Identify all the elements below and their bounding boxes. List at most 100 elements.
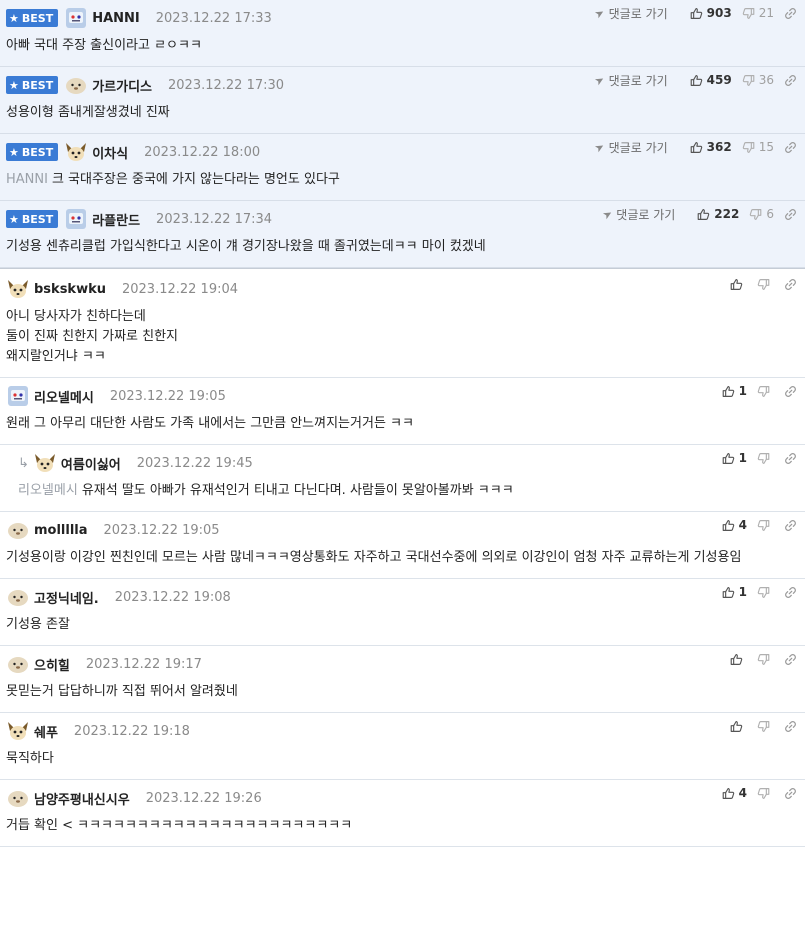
copy-link-button[interactable] [784, 7, 797, 20]
thumbs-down-icon [750, 208, 762, 220]
downvote-button[interactable] [757, 385, 774, 398]
comment-text: 원래 그 아무리 대단한 사람도 가족 내에서는 그만큼 안느껴지는거거든 ㅋㅋ [6, 416, 414, 431]
goto-comment-link[interactable]: ➤ 댓글로 가기 [593, 5, 668, 22]
upvote-button[interactable] [730, 653, 747, 666]
thumbs-down-icon [742, 7, 755, 19]
send-arrow-icon: ➤ [600, 206, 615, 222]
upvote-count: 1 [738, 451, 747, 465]
comment-date: 2023.12.22 17:33 [155, 10, 272, 26]
avatar[interactable] [6, 518, 30, 542]
copy-link-button[interactable] [784, 787, 797, 800]
user-nickname[interactable]: HANNI [92, 11, 140, 26]
thumbs-up-icon [730, 720, 743, 732]
copy-link-button[interactable] [784, 208, 797, 221]
avatar[interactable] [6, 585, 30, 609]
star-icon: ★ [9, 78, 19, 92]
upvote-button[interactable]: 4 [722, 518, 747, 532]
reply-comment: ↳ 여름이싫어 2023.12.22 19:45 1 리오넬메시 유재석 딸도 아빠가 유… [0, 445, 805, 512]
avatar[interactable] [64, 6, 88, 30]
upvote-button[interactable]: 459 [690, 73, 732, 87]
comment-actions: ➤ 댓글로 가기 903 21 [593, 5, 797, 22]
avatar[interactable] [33, 451, 57, 475]
user-nickname[interactable]: 쉐푸 [34, 722, 58, 741]
avatar[interactable] [64, 73, 88, 97]
upvote-button[interactable]: 222 [697, 207, 739, 221]
user-nickname[interactable]: 으히힐 [34, 655, 70, 674]
upvote-button[interactable]: 1 [722, 384, 747, 398]
user-nickname[interactable]: bskskwku [34, 282, 106, 297]
avatar[interactable] [6, 786, 30, 810]
downvote-button[interactable] [757, 452, 774, 465]
user-nickname[interactable]: 고정닉네임. [34, 588, 99, 607]
copy-link-button[interactable] [784, 278, 797, 291]
copy-link-button[interactable] [784, 385, 797, 398]
upvote-button[interactable] [730, 720, 747, 733]
downvote-button[interactable] [757, 720, 774, 733]
upvote-button[interactable]: 1 [722, 585, 747, 599]
avatar[interactable] [6, 719, 30, 743]
copy-link-button[interactable] [784, 720, 797, 733]
user-nickname[interactable]: mollllla [34, 523, 88, 538]
downvote-button[interactable]: 21 [742, 6, 774, 20]
mention-link[interactable]: HANNI [6, 172, 48, 187]
avatar[interactable] [64, 207, 88, 231]
mention-link[interactable]: 리오넬메시 [18, 483, 78, 498]
comment-body: 성용이형 좀내게잘생겼네 진짜 [6, 95, 799, 133]
comment-date: 2023.12.22 19:26 [145, 790, 262, 806]
comment-list: ★ BEST HANNI 2023.12.22 17:33 ➤ 댓글로 가기 903 21 아빠… [0, 0, 805, 847]
user-nickname[interactable]: 남양주평내신시우 [34, 789, 130, 808]
downvote-button[interactable]: 6 [749, 207, 774, 221]
upvote-count: 1 [738, 384, 747, 398]
user-nickname[interactable]: 이차식 [92, 143, 128, 162]
comment-date: 2023.12.22 17:34 [156, 211, 273, 227]
comment-item: bskskwku 2023.12.22 19:04 아니 당사자가 친하다는데 둘이… [0, 271, 805, 378]
copy-link-button[interactable] [784, 653, 797, 666]
upvote-button[interactable] [730, 278, 747, 291]
avatar[interactable] [6, 277, 30, 301]
comment-header: bskskwku 2023.12.22 19:04 [6, 279, 799, 299]
comment-body: 기성용 존잘 [6, 607, 799, 645]
best-label: BEST [21, 212, 54, 226]
upvote-button[interactable]: 362 [690, 140, 732, 154]
best-badge: ★ BEST [6, 9, 59, 27]
avatar[interactable] [6, 384, 30, 408]
downvote-button[interactable] [757, 586, 774, 599]
comment-body: 못믿는거 답답하니까 직접 뛰어서 알려줬네 [6, 674, 799, 712]
avatar[interactable] [64, 140, 88, 164]
downvote-button[interactable]: 36 [742, 73, 774, 87]
thumbs-up-icon [722, 452, 734, 464]
copy-link-button[interactable] [784, 586, 797, 599]
comment-actions: 1 [712, 451, 797, 465]
downvote-button[interactable] [757, 278, 774, 291]
downvote-button[interactable] [757, 787, 774, 800]
downvote-button[interactable] [757, 519, 774, 532]
copy-link-button[interactable] [784, 141, 797, 154]
star-icon: ★ [9, 11, 19, 25]
goto-comment-link[interactable]: ➤ 댓글로 가기 [600, 206, 675, 223]
thumbs-up-icon [722, 385, 734, 397]
upvote-button[interactable]: 1 [722, 451, 747, 465]
goto-comment-link[interactable]: ➤ 댓글로 가기 [593, 139, 668, 156]
upvote-button[interactable]: 4 [722, 786, 747, 800]
thumbs-down-icon [757, 787, 770, 799]
comment-actions: ➤ 댓글로 가기 459 36 [593, 72, 797, 89]
goto-comment-link[interactable]: ➤ 댓글로 가기 [593, 72, 668, 89]
copy-link-button[interactable] [784, 452, 797, 465]
upvote-button[interactable]: 903 [690, 6, 732, 20]
best-label: BEST [21, 11, 54, 25]
user-nickname[interactable]: 가르가디스 [92, 76, 152, 95]
copy-link-button[interactable] [784, 74, 797, 87]
avatar[interactable] [6, 652, 30, 676]
copy-link-button[interactable] [784, 519, 797, 532]
comment-body: HANNI 크 국대주장은 중국에 가지 않는다라는 명언도 있다구 [6, 162, 799, 200]
comment-text: 묵직하다 [6, 751, 54, 766]
user-nickname[interactable]: 여름이싫어 [61, 454, 121, 473]
user-nickname[interactable]: 라플란드 [92, 210, 140, 229]
comment-date: 2023.12.22 19:04 [121, 281, 239, 297]
downvote-button[interactable]: 15 [742, 140, 774, 154]
downvote-button[interactable] [757, 653, 774, 666]
comment-item: mollllla 2023.12.22 19:05 4 기성용이랑 이강인 찐친인데 … [0, 512, 805, 579]
link-icon [785, 519, 796, 531]
comment-date: 2023.12.22 17:30 [168, 77, 285, 93]
user-nickname[interactable]: 리오넬메시 [34, 387, 94, 406]
